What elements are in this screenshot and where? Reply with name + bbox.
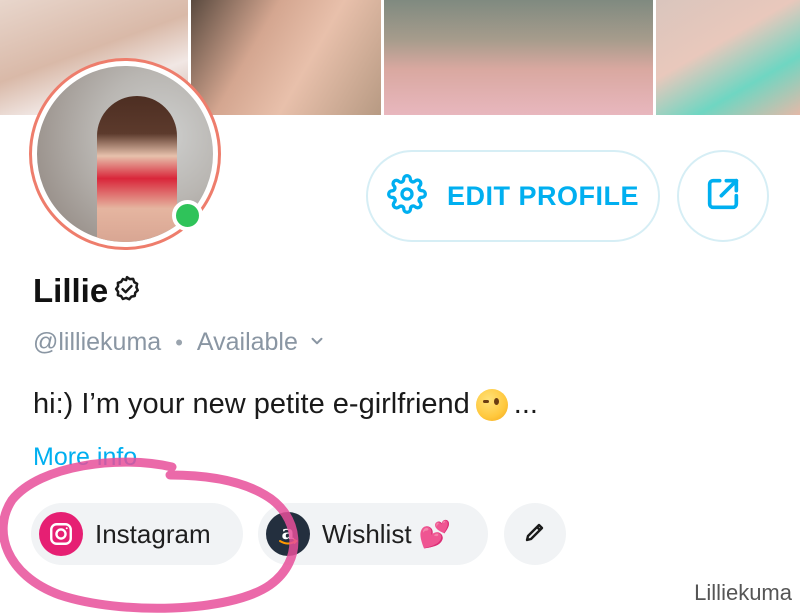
- svg-text:a: a: [282, 520, 295, 544]
- verified-badge-icon: [112, 274, 142, 309]
- avatar-image: [97, 96, 177, 242]
- profile-name-row: Lillie: [33, 272, 142, 310]
- wishlist-link-label: Wishlist 💕: [322, 519, 451, 550]
- bio-ellipsis: ...: [513, 388, 538, 420]
- instagram-link-label: Instagram: [95, 518, 211, 549]
- availability-status: Available: [196, 328, 298, 356]
- edit-profile-label: EDIT PROFILE: [446, 180, 639, 211]
- cover-photo-2[interactable]: [190, 0, 381, 115]
- pencil-icon: [523, 520, 547, 549]
- cover-photo-4[interactable]: [655, 0, 800, 115]
- edit-links-button[interactable]: [504, 503, 566, 565]
- instagram-icon: [39, 512, 83, 556]
- instagram-link-chip[interactable]: Instagram: [31, 503, 243, 565]
- profile-name: Lillie: [33, 272, 109, 309]
- wishlist-link-chip[interactable]: a Wishlist 💕: [258, 503, 488, 565]
- watermark: Lilliekuma: [694, 580, 792, 605]
- profile-bio: hi:) I’m your new petite e-girlfriend ..…: [33, 388, 538, 421]
- more-info-link[interactable]: More info: [33, 443, 137, 472]
- online-status-indicator: [172, 200, 203, 231]
- winking-face-emoji-icon: [475, 388, 508, 421]
- bio-text: hi:) I’m your new petite e-girlfriend: [33, 388, 470, 420]
- gear-icon: [387, 173, 427, 219]
- availability-status-dropdown[interactable]: Available: [197, 328, 326, 357]
- two-hearts-emoji-icon: 💕: [418, 518, 452, 549]
- edit-profile-button[interactable]: EDIT PROFILE: [366, 150, 660, 242]
- amazon-icon: a: [266, 512, 310, 556]
- profile-handle: @lilliekuma: [33, 328, 162, 356]
- cover-photo-3[interactable]: [383, 0, 653, 115]
- handle-status-row: @lilliekuma • Available: [33, 328, 326, 357]
- share-icon: [703, 174, 743, 219]
- separator-dot: •: [175, 329, 183, 355]
- chevron-down-icon: [308, 328, 326, 357]
- wishlist-label-text: Wishlist: [322, 518, 412, 549]
- share-button[interactable]: [677, 150, 769, 242]
